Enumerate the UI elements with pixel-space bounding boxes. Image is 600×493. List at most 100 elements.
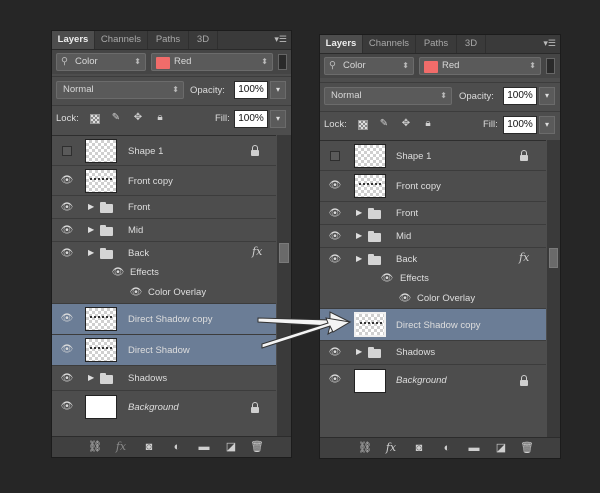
tab-layers[interactable]: Layers (320, 35, 363, 53)
opacity-dropdown[interactable]: ▾ (270, 81, 286, 99)
eye-icon[interactable]: 👁︎ (328, 232, 342, 242)
trash-icon[interactable]: 🗑︎ (520, 442, 534, 454)
visibility-off-box[interactable] (62, 146, 72, 156)
layer-group-row[interactable]: 👁︎ ▶ Front (52, 196, 276, 219)
new-group-icon[interactable]: ▬ (467, 442, 481, 454)
panel-menu-icon[interactable]: ▾☰ (542, 37, 556, 49)
link-icon[interactable]: ⛓︎ (88, 441, 102, 453)
layer-group-row[interactable]: 👁︎ ▶ Back fx 👁︎ Effects 👁︎ Color Overlay (320, 248, 546, 309)
eye-icon[interactable]: 👁︎ (398, 294, 412, 304)
tab-paths[interactable]: Paths (148, 31, 189, 49)
eye-icon[interactable]: 👁︎ (60, 345, 74, 355)
layer-group-row[interactable]: 👁︎ ▶ Back fx 👁︎ Effects 👁︎ Color Overlay (52, 242, 276, 304)
brush-icon[interactable]: ✎ (378, 118, 390, 130)
eye-icon[interactable]: 👁︎ (60, 203, 74, 213)
lock-transparent-icon[interactable] (90, 114, 100, 124)
move-icon[interactable]: ✥ (132, 112, 144, 124)
layer-row[interactable]: 👁︎ Direct Shadow (52, 335, 276, 366)
fill-dropdown[interactable]: ▾ (539, 116, 555, 134)
layer-row[interactable]: Direct Shadow copy (320, 309, 546, 341)
link-icon[interactable]: ⛓︎ (358, 442, 372, 454)
fx-badge-icon[interactable]: fx (519, 251, 529, 264)
tab-channels[interactable]: Channels (95, 31, 148, 49)
eye-icon[interactable]: 👁︎ (328, 209, 342, 219)
tab-paths[interactable]: Paths (416, 35, 457, 53)
fill-dropdown[interactable]: ▾ (270, 110, 286, 128)
adjustment-icon[interactable]: ◐ (170, 441, 184, 453)
scrollbar[interactable] (547, 140, 560, 438)
layer-row[interactable]: 👁︎ Front copy (320, 171, 546, 202)
eye-icon[interactable]: 👁︎ (328, 375, 342, 385)
layer-row[interactable]: Shape 1 (320, 141, 546, 171)
expand-triangle-icon[interactable]: ▶ (88, 373, 94, 382)
adjustment-icon[interactable]: ◐ (440, 442, 454, 454)
eye-icon[interactable]: 👁︎ (129, 288, 143, 298)
layer-row[interactable]: 👁︎ Front copy (52, 166, 276, 196)
lock-icon (520, 150, 528, 161)
lock-transparent-icon[interactable] (358, 120, 368, 130)
filter-color-select[interactable]: Red ⬍ (151, 53, 273, 71)
layer-group-row[interactable]: 👁︎ ▶ Mid (52, 219, 276, 242)
opacity-input[interactable]: 100% (503, 87, 537, 105)
fill-input[interactable]: 100% (503, 116, 537, 134)
eye-icon[interactable]: 👁︎ (60, 314, 74, 324)
tab-3d[interactable]: 3D (189, 31, 218, 49)
filter-toggle[interactable] (546, 58, 555, 74)
opacity-dropdown[interactable]: ▾ (539, 87, 555, 105)
scrollbar-thumb[interactable] (279, 243, 289, 263)
blend-mode-select[interactable]: Normal ⬍ (56, 81, 184, 99)
lock-all-icon[interactable]: 🔒︎ (154, 112, 166, 124)
expand-triangle-icon[interactable]: ▶ (88, 225, 94, 234)
expand-triangle-icon[interactable]: ▶ (356, 254, 362, 263)
lock-all-icon[interactable]: 🔒︎ (422, 118, 434, 130)
layer-row[interactable]: 👁︎ Direct Shadow copy (52, 304, 276, 335)
layer-row[interactable]: 👁︎ Background (320, 365, 546, 396)
filter-toggle[interactable] (278, 54, 287, 70)
scrollbar[interactable] (277, 135, 291, 437)
expand-triangle-icon[interactable]: ▶ (356, 231, 362, 240)
layer-row[interactable]: 👁︎ Background (52, 391, 276, 423)
scrollbar-thumb[interactable] (549, 248, 558, 268)
opacity-input[interactable]: 100% (234, 81, 268, 99)
mask-icon[interactable]: ◙ (142, 441, 156, 453)
new-group-icon[interactable]: ▬ (197, 441, 211, 453)
expand-triangle-icon[interactable]: ▶ (356, 208, 362, 217)
mask-icon[interactable]: ◙ (412, 442, 426, 454)
tab-3d[interactable]: 3D (457, 35, 486, 53)
trash-icon[interactable]: 🗑︎ (250, 441, 264, 453)
new-layer-icon[interactable]: ◪ (494, 442, 508, 454)
eye-icon[interactable]: 👁︎ (380, 274, 394, 284)
panel-menu-icon[interactable]: ▾☰ (273, 33, 287, 45)
eye-icon[interactable]: 👁︎ (60, 249, 74, 259)
fill-input[interactable]: 100% (234, 110, 268, 128)
tab-channels[interactable]: Channels (363, 35, 416, 53)
brush-icon[interactable]: ✎ (110, 112, 122, 124)
blend-mode-select[interactable]: Normal ⬍ (324, 87, 452, 105)
layer-row[interactable]: Shape 1 (52, 136, 276, 166)
fx-badge-icon[interactable]: fx (252, 245, 262, 258)
eye-icon[interactable]: 👁︎ (328, 348, 342, 358)
fx-icon[interactable]: fx (114, 441, 128, 453)
fx-icon[interactable]: fx (384, 442, 398, 454)
eye-icon[interactable]: 👁︎ (60, 176, 74, 186)
eye-icon[interactable]: 👁︎ (60, 402, 74, 412)
expand-triangle-icon[interactable]: ▶ (356, 347, 362, 356)
layer-group-row[interactable]: 👁︎ ▶ Mid (320, 225, 546, 248)
eye-icon[interactable]: 👁︎ (328, 181, 342, 191)
layer-group-row[interactable]: 👁︎ ▶ Front (320, 202, 546, 225)
eye-icon[interactable]: 👁︎ (111, 268, 125, 278)
move-icon[interactable]: ✥ (400, 118, 412, 130)
filter-kind-select[interactable]: ⚲ Color ⬍ (56, 53, 146, 71)
eye-icon[interactable]: 👁︎ (60, 374, 74, 384)
visibility-off-box[interactable] (330, 151, 340, 161)
expand-triangle-icon[interactable]: ▶ (88, 202, 94, 211)
eye-icon[interactable]: 👁︎ (328, 255, 342, 265)
layer-group-row[interactable]: 👁︎ ▶ Shadows (320, 341, 546, 365)
filter-color-select[interactable]: Red ⬍ (419, 57, 541, 75)
eye-icon[interactable]: 👁︎ (60, 226, 74, 236)
layer-group-row[interactable]: 👁︎ ▶ Shadows (52, 366, 276, 391)
filter-kind-select[interactable]: ⚲ Color ⬍ (324, 57, 414, 75)
expand-triangle-icon[interactable]: ▶ (88, 248, 94, 257)
new-layer-icon[interactable]: ◪ (224, 441, 238, 453)
tab-layers[interactable]: Layers (52, 31, 95, 49)
